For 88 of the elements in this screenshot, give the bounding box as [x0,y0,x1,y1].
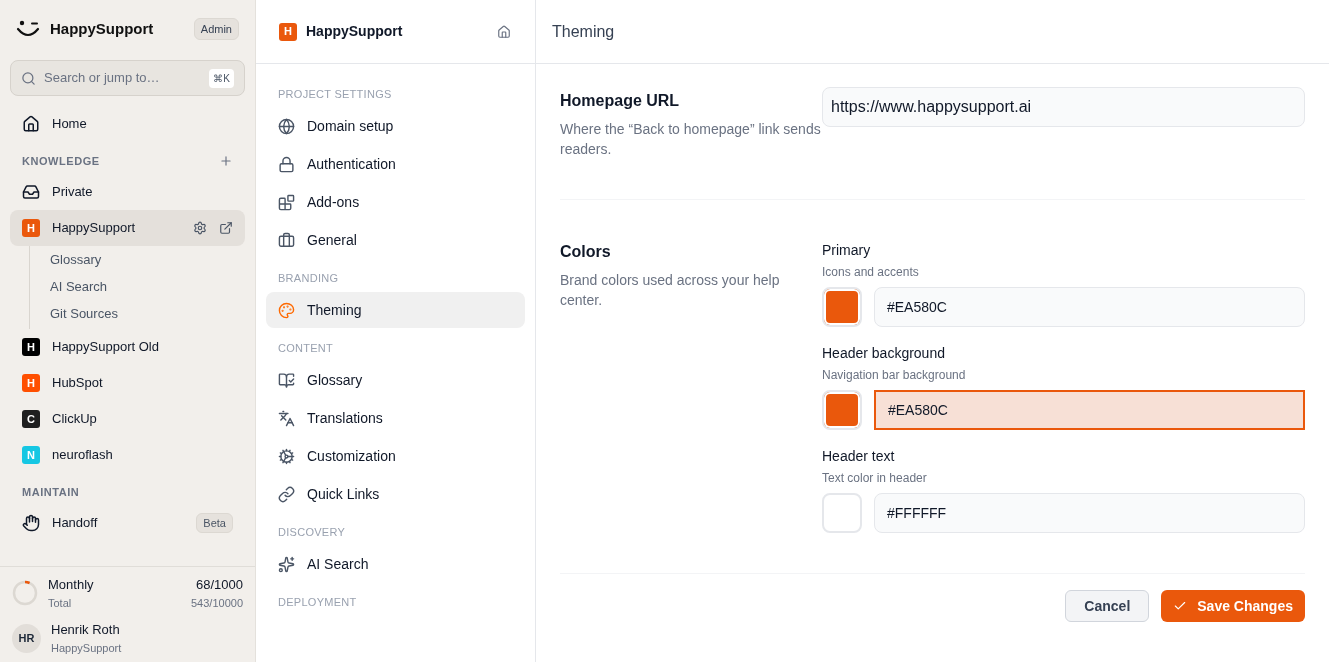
sparkles-icon [278,555,295,573]
project-badge: H [22,374,40,392]
blocks-icon [278,193,295,211]
color-field[interactable]: #EA580C [874,287,1305,327]
save-button[interactable]: Save Changes [1161,590,1305,622]
search-icon [21,70,36,86]
beta-badge: Beta [196,512,233,534]
usage-value: 68/1000 [196,576,243,594]
settings-icon[interactable] [193,221,207,235]
external-link-icon[interactable] [219,221,233,235]
briefcase-icon [278,231,295,249]
project-badge: C [22,410,40,428]
gear-icon [278,447,295,465]
field-hint: Navigation bar background [822,367,967,384]
nav-item[interactable]: Authentication [266,146,525,182]
brand-name: HappySupport [50,18,154,39]
field-hint: Icons and accents [822,264,920,281]
field-hint: Text color in header [822,470,928,487]
section-heading: KNOWLEDGE [22,153,100,169]
section-heading: BRANDING [277,271,340,286]
section-title: Homepage URL [560,91,681,111]
cancel-button[interactable]: Cancel [1065,590,1150,622]
project-name: HappySupport [306,22,403,41]
nav-item[interactable]: Quick Links [266,476,525,512]
palette-icon [278,301,295,319]
translate-icon [278,409,295,427]
url-field[interactable]: https://www.happysupport.ai [822,87,1305,127]
nav-item[interactable]: General [266,222,525,258]
nav-item[interactable]: Glossary [266,362,525,398]
project-badge: H [279,22,297,41]
shortcut-key: ⌘K [209,68,234,88]
home-icon [22,115,40,133]
search-bar[interactable]: Search or jump to… ⌘K [10,60,245,96]
book-icon [278,371,295,389]
nav-item[interactable]: Add-ons [266,184,525,220]
home-icon[interactable] [497,24,511,39]
sidebar-subitem[interactable]: Git Sources [50,300,245,327]
section-title: Colors [560,242,612,262]
user-org: HappySupport [51,640,122,656]
nav-item[interactable]: Customization [266,438,525,474]
hand-icon [22,514,40,532]
add-icon[interactable] [219,154,233,168]
section-heading: CONTENT [277,341,335,356]
link-icon [278,485,295,503]
sidebar-item[interactable]: H HappySupport Old [10,329,245,365]
section-heading: PROJECT SETTINGS [277,87,393,102]
color-swatch[interactable] [822,390,862,430]
field-label: Header background [822,344,946,363]
role-badge: Admin [193,17,239,41]
sidebar-subitem[interactable]: AI Search [50,273,245,300]
project-badge: N [22,446,40,464]
smiley-logo-icon [16,19,40,39]
nav-item[interactable]: AI Search [266,546,525,582]
nav-item[interactable]: Theming [266,292,525,328]
inbox-icon [22,183,40,201]
nav-item[interactable]: Domain setup [266,108,525,144]
user-name: Henrik Roth [51,621,121,639]
section-heading: DEPLOYMENT [277,595,358,610]
search-field[interactable]: Search or jump to… [44,68,202,88]
lock-icon [278,155,295,173]
page-title: Theming [552,21,615,42]
globe-icon [278,117,295,135]
sidebar-item[interactable]: C ClickUp [10,401,245,437]
section-description: Brand colors used across your help center. [560,271,781,310]
usage-label: Total [48,595,72,611]
sidebar-item[interactable]: H HubSpot [10,365,245,401]
color-swatch[interactable] [822,287,862,327]
usage-value: 543/10000 [191,595,243,611]
sidebar-item[interactable]: Private [10,174,245,210]
section-description: Where the “Back to homepage” link sends readers. [560,120,822,159]
home-item[interactable]: Home [10,106,245,142]
section-heading: MAINTAIN [22,484,80,500]
user-avatar[interactable]: HR [12,623,41,653]
sidebar-subitem[interactable]: Glossary [50,246,245,273]
sidebar-item[interactable]: N neuroflash [10,437,245,473]
sidebar-item[interactable]: H HappySupport [10,210,245,246]
color-field[interactable]: #FFFFFF [874,493,1305,533]
field-label: Primary [822,241,872,260]
section-heading: DISCOVERY [277,525,347,540]
project-badge: H [22,219,40,237]
nav-item[interactable]: Translations [266,400,525,436]
check-icon [1173,599,1188,613]
sidebar-item[interactable]: Handoff Beta [10,505,245,541]
project-badge: H [22,338,40,356]
usage-label: Monthly [48,576,94,594]
color-field[interactable]: #EA580C [874,390,1305,430]
field-label: Header text [822,447,896,466]
color-swatch[interactable] [822,493,862,533]
